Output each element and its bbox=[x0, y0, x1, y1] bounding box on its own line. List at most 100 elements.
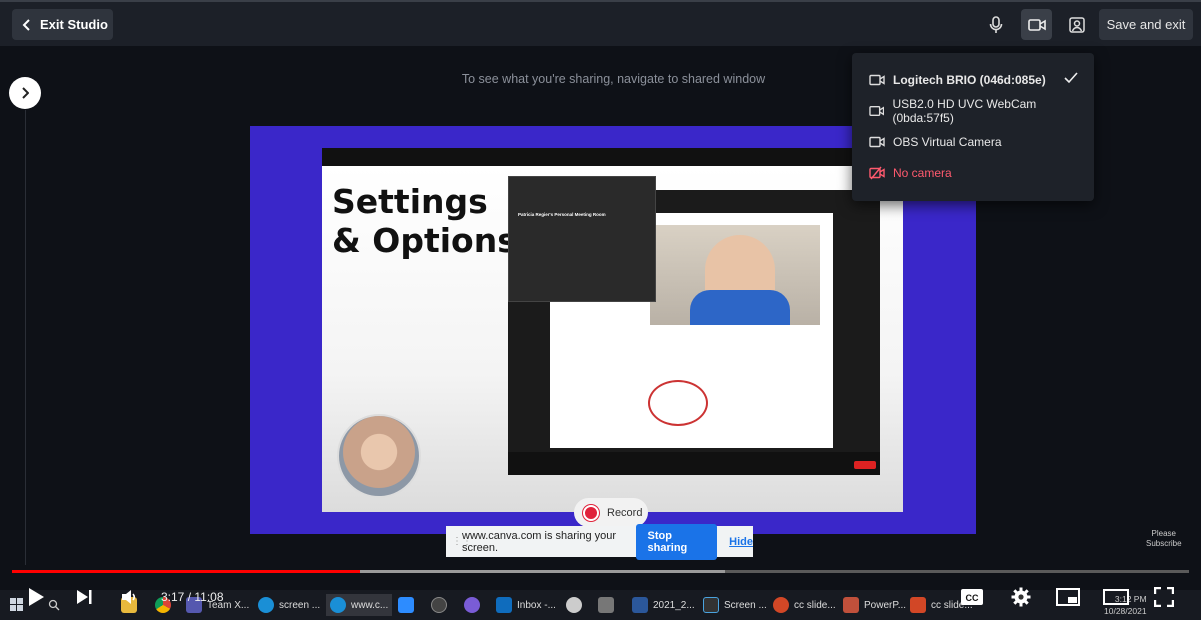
taskbar-app-video[interactable] bbox=[464, 594, 480, 616]
captions-button[interactable]: CC bbox=[958, 583, 986, 611]
captions-icon: CC bbox=[961, 589, 983, 605]
expand-panel-button[interactable] bbox=[9, 77, 41, 109]
video-progress-bar[interactable] bbox=[12, 570, 1189, 573]
camera-icon bbox=[869, 136, 885, 147]
outlook-icon bbox=[496, 597, 512, 613]
start-button[interactable] bbox=[10, 594, 24, 616]
taskbar-calculator[interactable] bbox=[598, 594, 614, 616]
chevron-left-icon bbox=[22, 18, 30, 31]
person-frame-button[interactable] bbox=[1061, 9, 1092, 40]
taskbar-app-label: Screen ... bbox=[724, 599, 767, 611]
taskbar-app-outlook[interactable]: Inbox -... bbox=[496, 594, 556, 616]
played-bar bbox=[12, 570, 361, 573]
powerpoint-icon bbox=[910, 597, 926, 613]
windows-logo-icon bbox=[10, 598, 23, 611]
next-button[interactable] bbox=[72, 583, 96, 611]
slide-title: Settings & Options bbox=[332, 182, 517, 260]
volume-icon bbox=[122, 590, 136, 604]
stop-sharing-button[interactable]: Stop sharing bbox=[635, 523, 718, 560]
person-frame-icon bbox=[1068, 16, 1085, 33]
record-dot-icon bbox=[583, 504, 599, 521]
save-and-exit-button[interactable]: Save and exit bbox=[1099, 9, 1193, 40]
miniplayer-button[interactable] bbox=[1054, 583, 1082, 611]
presenter-avatar bbox=[337, 414, 421, 498]
camera-option-logitech[interactable]: Logitech BRIO (046d:085e) bbox=[852, 64, 1094, 95]
calculator-icon bbox=[598, 597, 614, 613]
presenter-shirt bbox=[690, 290, 790, 325]
taskbar-app-label: 2021_2... bbox=[653, 599, 695, 611]
subscribe-watermark: Please Subscribe bbox=[1146, 529, 1182, 548]
camera-option-label: OBS Virtual Camera bbox=[893, 134, 1002, 149]
chevron-right-icon bbox=[22, 87, 29, 99]
taskbar-app-label: screen ... bbox=[279, 599, 321, 611]
taskbar-search[interactable] bbox=[48, 594, 60, 616]
edge-icon bbox=[258, 597, 274, 613]
powerpoint-file-icon bbox=[843, 597, 859, 613]
clock-icon bbox=[566, 597, 582, 613]
camera-icon bbox=[869, 74, 885, 85]
edge-icon bbox=[330, 597, 346, 613]
camera-icon bbox=[869, 105, 885, 116]
canva-studio-screen: Exit Studio Save and exit To see what yo… bbox=[0, 0, 1201, 620]
taskbar-app-word[interactable]: 2021_2... bbox=[632, 594, 695, 616]
checkmark-icon bbox=[1064, 72, 1078, 84]
meeting-room-popup bbox=[508, 176, 656, 302]
taskbar-app-label: www.c... bbox=[351, 599, 389, 611]
camera-option-label: USB2.0 HD UVC WebCam (0bda:57f5) bbox=[892, 96, 1037, 125]
settings-button[interactable] bbox=[1007, 583, 1035, 611]
camera-option-label: No camera bbox=[893, 165, 952, 180]
microphone-button[interactable] bbox=[980, 9, 1011, 40]
drag-handle-icon[interactable]: ⋮⋮ bbox=[452, 536, 472, 547]
exit-studio-button[interactable]: Exit Studio bbox=[12, 9, 113, 40]
app-icon bbox=[431, 597, 447, 613]
screen-share-bar: ⋮⋮ www.canva.com is sharing your screen.… bbox=[446, 523, 753, 560]
powerpoint-icon bbox=[773, 597, 789, 613]
miniplayer-icon bbox=[1056, 588, 1080, 606]
zoom-toolbar bbox=[508, 452, 880, 475]
camera-button[interactable] bbox=[1021, 9, 1052, 40]
theater-mode-button[interactable] bbox=[1102, 583, 1130, 611]
taskbar-app-label: PowerP... bbox=[864, 599, 907, 611]
sharing-message: www.canva.com is sharing your screen. bbox=[462, 529, 617, 554]
next-icon bbox=[77, 590, 92, 604]
search-icon bbox=[48, 599, 60, 611]
taskbar-zoom[interactable] bbox=[398, 594, 414, 616]
taskbar-app-edge-1[interactable]: screen ... bbox=[258, 594, 320, 616]
exit-studio-label: Exit Studio bbox=[40, 17, 108, 32]
record-button[interactable]: Record bbox=[574, 498, 648, 527]
fullscreen-button[interactable] bbox=[1150, 583, 1178, 611]
meeting-room-title: Patricia Regier's Personal Meeting Room bbox=[518, 212, 606, 217]
taskbar-app-powerpoint-1[interactable]: cc slide... bbox=[773, 594, 836, 616]
video-app-icon bbox=[464, 597, 480, 613]
taskbar-clock-app[interactable] bbox=[566, 594, 582, 616]
gear-icon bbox=[1011, 587, 1031, 607]
camera-option-none[interactable]: No camera bbox=[852, 157, 1094, 188]
volume-button[interactable] bbox=[117, 583, 141, 611]
snip-icon bbox=[703, 597, 719, 613]
play-icon bbox=[29, 588, 44, 606]
camera-option-label: Logitech BRIO (046d:085e) bbox=[893, 72, 1046, 87]
taskbar-app-snip[interactable]: Screen ... bbox=[703, 594, 767, 616]
fullscreen-icon bbox=[1154, 587, 1174, 607]
annotation-circle bbox=[648, 380, 708, 426]
taskbar-app-powerpoint-2[interactable]: PowerP... bbox=[843, 594, 906, 616]
camera-icon bbox=[1027, 18, 1046, 31]
hide-link[interactable]: Hide bbox=[729, 536, 753, 548]
svg-text:CC: CC bbox=[966, 593, 979, 603]
leave-button bbox=[854, 461, 876, 469]
camera-dropdown: Logitech BRIO (046d:085e) USB2.0 HD UVC … bbox=[852, 53, 1094, 201]
taskbar-app-misc[interactable] bbox=[431, 594, 447, 616]
camera-off-icon bbox=[869, 166, 885, 179]
studio-toolbar: Exit Studio Save and exit bbox=[0, 0, 1201, 46]
record-label: Record bbox=[607, 506, 643, 519]
word-icon bbox=[632, 597, 648, 613]
camera-option-usb-webcam[interactable]: USB2.0 HD UVC WebCam (0bda:57f5) bbox=[852, 95, 1094, 126]
theater-icon bbox=[1103, 589, 1129, 605]
taskbar-app-label: Inbox -... bbox=[517, 599, 556, 611]
microphone-icon bbox=[989, 15, 1002, 33]
camera-option-obs[interactable]: OBS Virtual Camera bbox=[852, 126, 1094, 157]
video-time: 3:17 / 11:08 bbox=[161, 590, 224, 604]
play-button[interactable] bbox=[24, 583, 48, 611]
taskbar-app-edge-2[interactable]: www.c... bbox=[326, 594, 393, 616]
taskbar-app-label: cc slide... bbox=[794, 599, 836, 611]
